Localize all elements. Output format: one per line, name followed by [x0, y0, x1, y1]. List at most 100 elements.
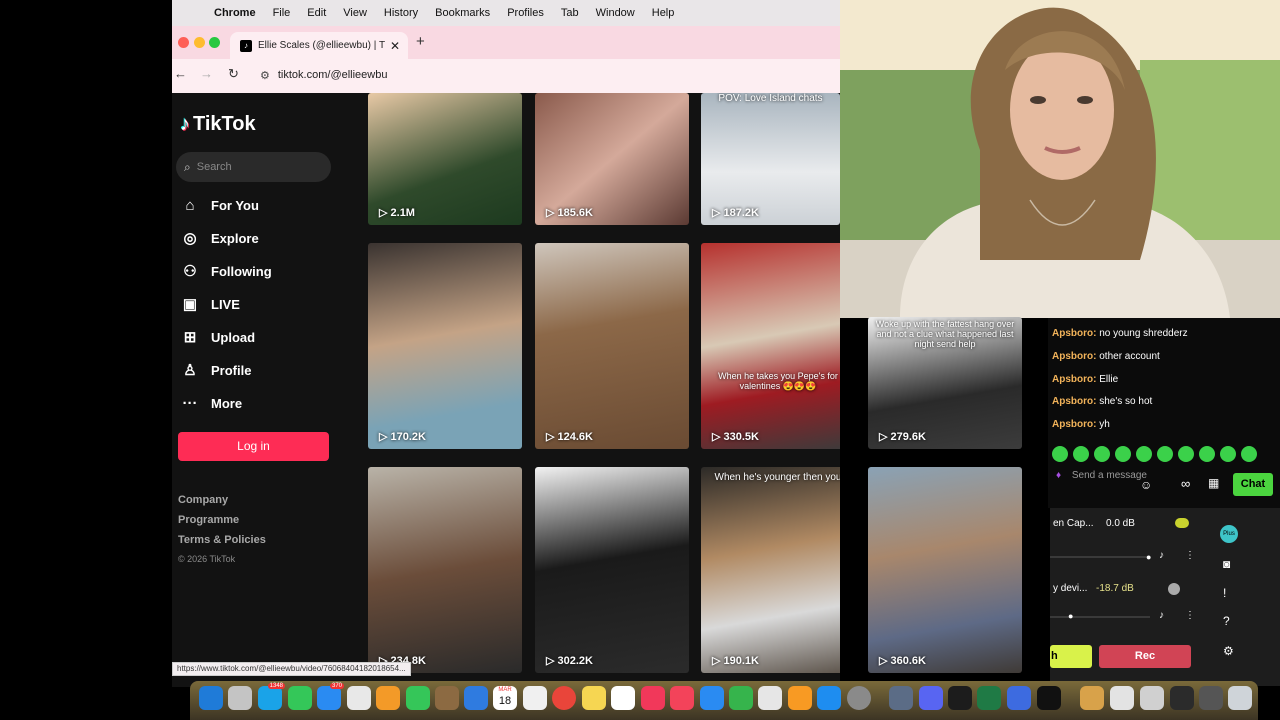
chat-username[interactable]: Apsboro:	[1052, 328, 1096, 339]
nav-more[interactable]: ··· More	[180, 392, 243, 414]
emote-icon[interactable]	[1136, 446, 1152, 462]
video-thumbnail[interactable]: ▷ 170.2K	[368, 243, 522, 449]
preview-icon[interactable]	[889, 686, 913, 710]
menu-history[interactable]: History	[384, 7, 418, 19]
nav-explore[interactable]: ◎ Explore	[180, 227, 258, 249]
chat-send-button[interactable]: Chat	[1233, 473, 1273, 496]
nav-live[interactable]: ▣ LIVE	[180, 293, 240, 315]
launchpad-icon[interactable]	[228, 686, 252, 710]
emote-icon[interactable]	[1052, 446, 1068, 462]
emoji-icon[interactable]: ☺	[1140, 478, 1152, 492]
chat-username[interactable]: Apsboro:	[1052, 419, 1096, 430]
video-thumbnail[interactable]: Woke up with the fattest hang over and n…	[868, 317, 1022, 449]
app-icon[interactable]	[1037, 686, 1061, 710]
calendar-icon[interactable]: MAR 18	[493, 686, 517, 710]
textedit-icon[interactable]	[758, 686, 782, 710]
stream-button[interactable]: h	[1050, 645, 1092, 668]
notes-icon[interactable]	[582, 686, 606, 710]
tiktok-logo[interactable]: ♪ TikTok	[180, 113, 256, 136]
new-tab-icon[interactable]: +	[416, 33, 425, 50]
nav-for-you[interactable]: ⌂ For You	[180, 194, 258, 216]
video-thumbnail[interactable]: ▷ 360.6K	[868, 467, 1022, 673]
footer-terms[interactable]: Terms & Policies	[178, 534, 266, 546]
video-thumbnail[interactable]: ▷ 2.1M	[368, 93, 522, 225]
nav-upload[interactable]: ⊞ Upload	[180, 326, 255, 348]
menu-bookmarks[interactable]: Bookmarks	[435, 7, 490, 19]
system-settings-icon[interactable]	[847, 686, 871, 710]
numbers-icon[interactable]	[729, 686, 753, 710]
chat-username[interactable]: Apsboro:	[1052, 396, 1096, 407]
video-thumbnail[interactable]: When he takes you Pepe's for valentines …	[701, 243, 840, 449]
reminders-icon[interactable]	[523, 686, 547, 710]
address-bar[interactable]: ⚙ tiktok.com/@ellieewbu	[254, 64, 836, 86]
chat-username[interactable]: Apsboro:	[1052, 374, 1096, 385]
video-thumbnail[interactable]: ▷ 302.2K	[535, 467, 689, 673]
footer-company[interactable]: Company	[178, 494, 228, 506]
camera-icon[interactable]: ◙	[1223, 557, 1230, 571]
safari-icon[interactable]: 1348	[258, 683, 285, 710]
contacts-icon[interactable]	[435, 686, 459, 710]
login-button[interactable]: Log in	[178, 432, 329, 461]
browser-tab[interactable]: ♪ Ellie Scales (@ellieewbu) | T ✕	[230, 32, 408, 59]
app-store-icon[interactable]	[817, 686, 841, 710]
kebab-menu-icon[interactable]: ⋮	[1185, 550, 1195, 561]
emote-icon[interactable]	[1220, 446, 1236, 462]
trash-icon[interactable]	[1228, 686, 1252, 710]
menu-view[interactable]: View	[343, 7, 367, 19]
volume-slider[interactable]	[1050, 556, 1150, 558]
emote-icon[interactable]	[1157, 446, 1173, 462]
keynote-icon[interactable]	[700, 686, 724, 710]
window-icon[interactable]	[1170, 686, 1194, 710]
tab-close-icon[interactable]: ✕	[388, 39, 402, 53]
menu-file[interactable]: File	[273, 7, 291, 19]
window-icon[interactable]	[1140, 686, 1164, 710]
emote-icon[interactable]	[1199, 446, 1215, 462]
reload-icon[interactable]: ↻	[228, 66, 239, 82]
menu-window[interactable]: Window	[596, 7, 635, 19]
finder-icon[interactable]	[199, 686, 223, 710]
pages-icon[interactable]	[788, 686, 812, 710]
window-icon[interactable]	[1110, 686, 1134, 710]
plus-badge[interactable]: Plus	[1220, 525, 1238, 543]
volume-slider[interactable]	[1050, 616, 1150, 618]
emote-icon[interactable]	[1094, 446, 1110, 462]
gift-icon[interactable]: ▦	[1208, 476, 1219, 490]
nav-following[interactable]: ⚇ Following	[180, 260, 271, 282]
excel-icon[interactable]	[977, 686, 1001, 710]
chat-username[interactable]: Apsboro:	[1052, 351, 1096, 362]
menu-edit[interactable]: Edit	[307, 7, 326, 19]
mail-icon[interactable]: 370	[317, 683, 344, 710]
site-settings-icon[interactable]: ⚙	[260, 69, 270, 82]
record-button[interactable]: Rec	[1099, 645, 1191, 668]
photos-icon[interactable]	[376, 686, 400, 710]
video-thumbnail[interactable]: POV: Love Island chats ▷ 187.2K	[701, 93, 840, 225]
source-toggle[interactable]	[1175, 518, 1189, 528]
freeform-icon[interactable]	[611, 686, 635, 710]
music-icon[interactable]	[641, 686, 665, 710]
video-thumbnail[interactable]: ▷ 124.6K	[535, 243, 689, 449]
maps-icon[interactable]	[347, 686, 371, 710]
zoom-window-button[interactable]	[209, 37, 220, 48]
window-icon[interactable]	[1199, 686, 1223, 710]
app-icon[interactable]	[1007, 686, 1031, 710]
chrome-icon[interactable]	[552, 686, 576, 710]
menu-chrome[interactable]: Chrome	[214, 7, 256, 19]
back-icon[interactable]: ←	[174, 66, 187, 81]
slider-handle[interactable]: ●	[1146, 552, 1151, 562]
source-toggle[interactable]	[1168, 583, 1180, 595]
speaker-icon[interactable]: ♪	[1159, 550, 1164, 561]
slider-handle[interactable]: ●	[1068, 611, 1073, 621]
facetime-icon[interactable]	[406, 686, 430, 710]
help-icon[interactable]: ?	[1223, 614, 1230, 628]
video-thumbnail[interactable]: ▷ 234.8K	[368, 467, 522, 673]
close-window-button[interactable]	[178, 37, 189, 48]
forward-icon[interactable]: →	[200, 66, 213, 81]
menu-tab[interactable]: Tab	[561, 7, 579, 19]
emote-icon[interactable]	[1073, 446, 1089, 462]
minimize-window-button[interactable]	[194, 37, 205, 48]
nav-profile[interactable]: ♙ Profile	[180, 359, 251, 381]
app-icon[interactable]	[464, 686, 488, 710]
settings-icon[interactable]: ⚙	[1223, 644, 1234, 658]
menu-help[interactable]: Help	[652, 7, 675, 19]
messages-icon[interactable]	[288, 686, 312, 710]
